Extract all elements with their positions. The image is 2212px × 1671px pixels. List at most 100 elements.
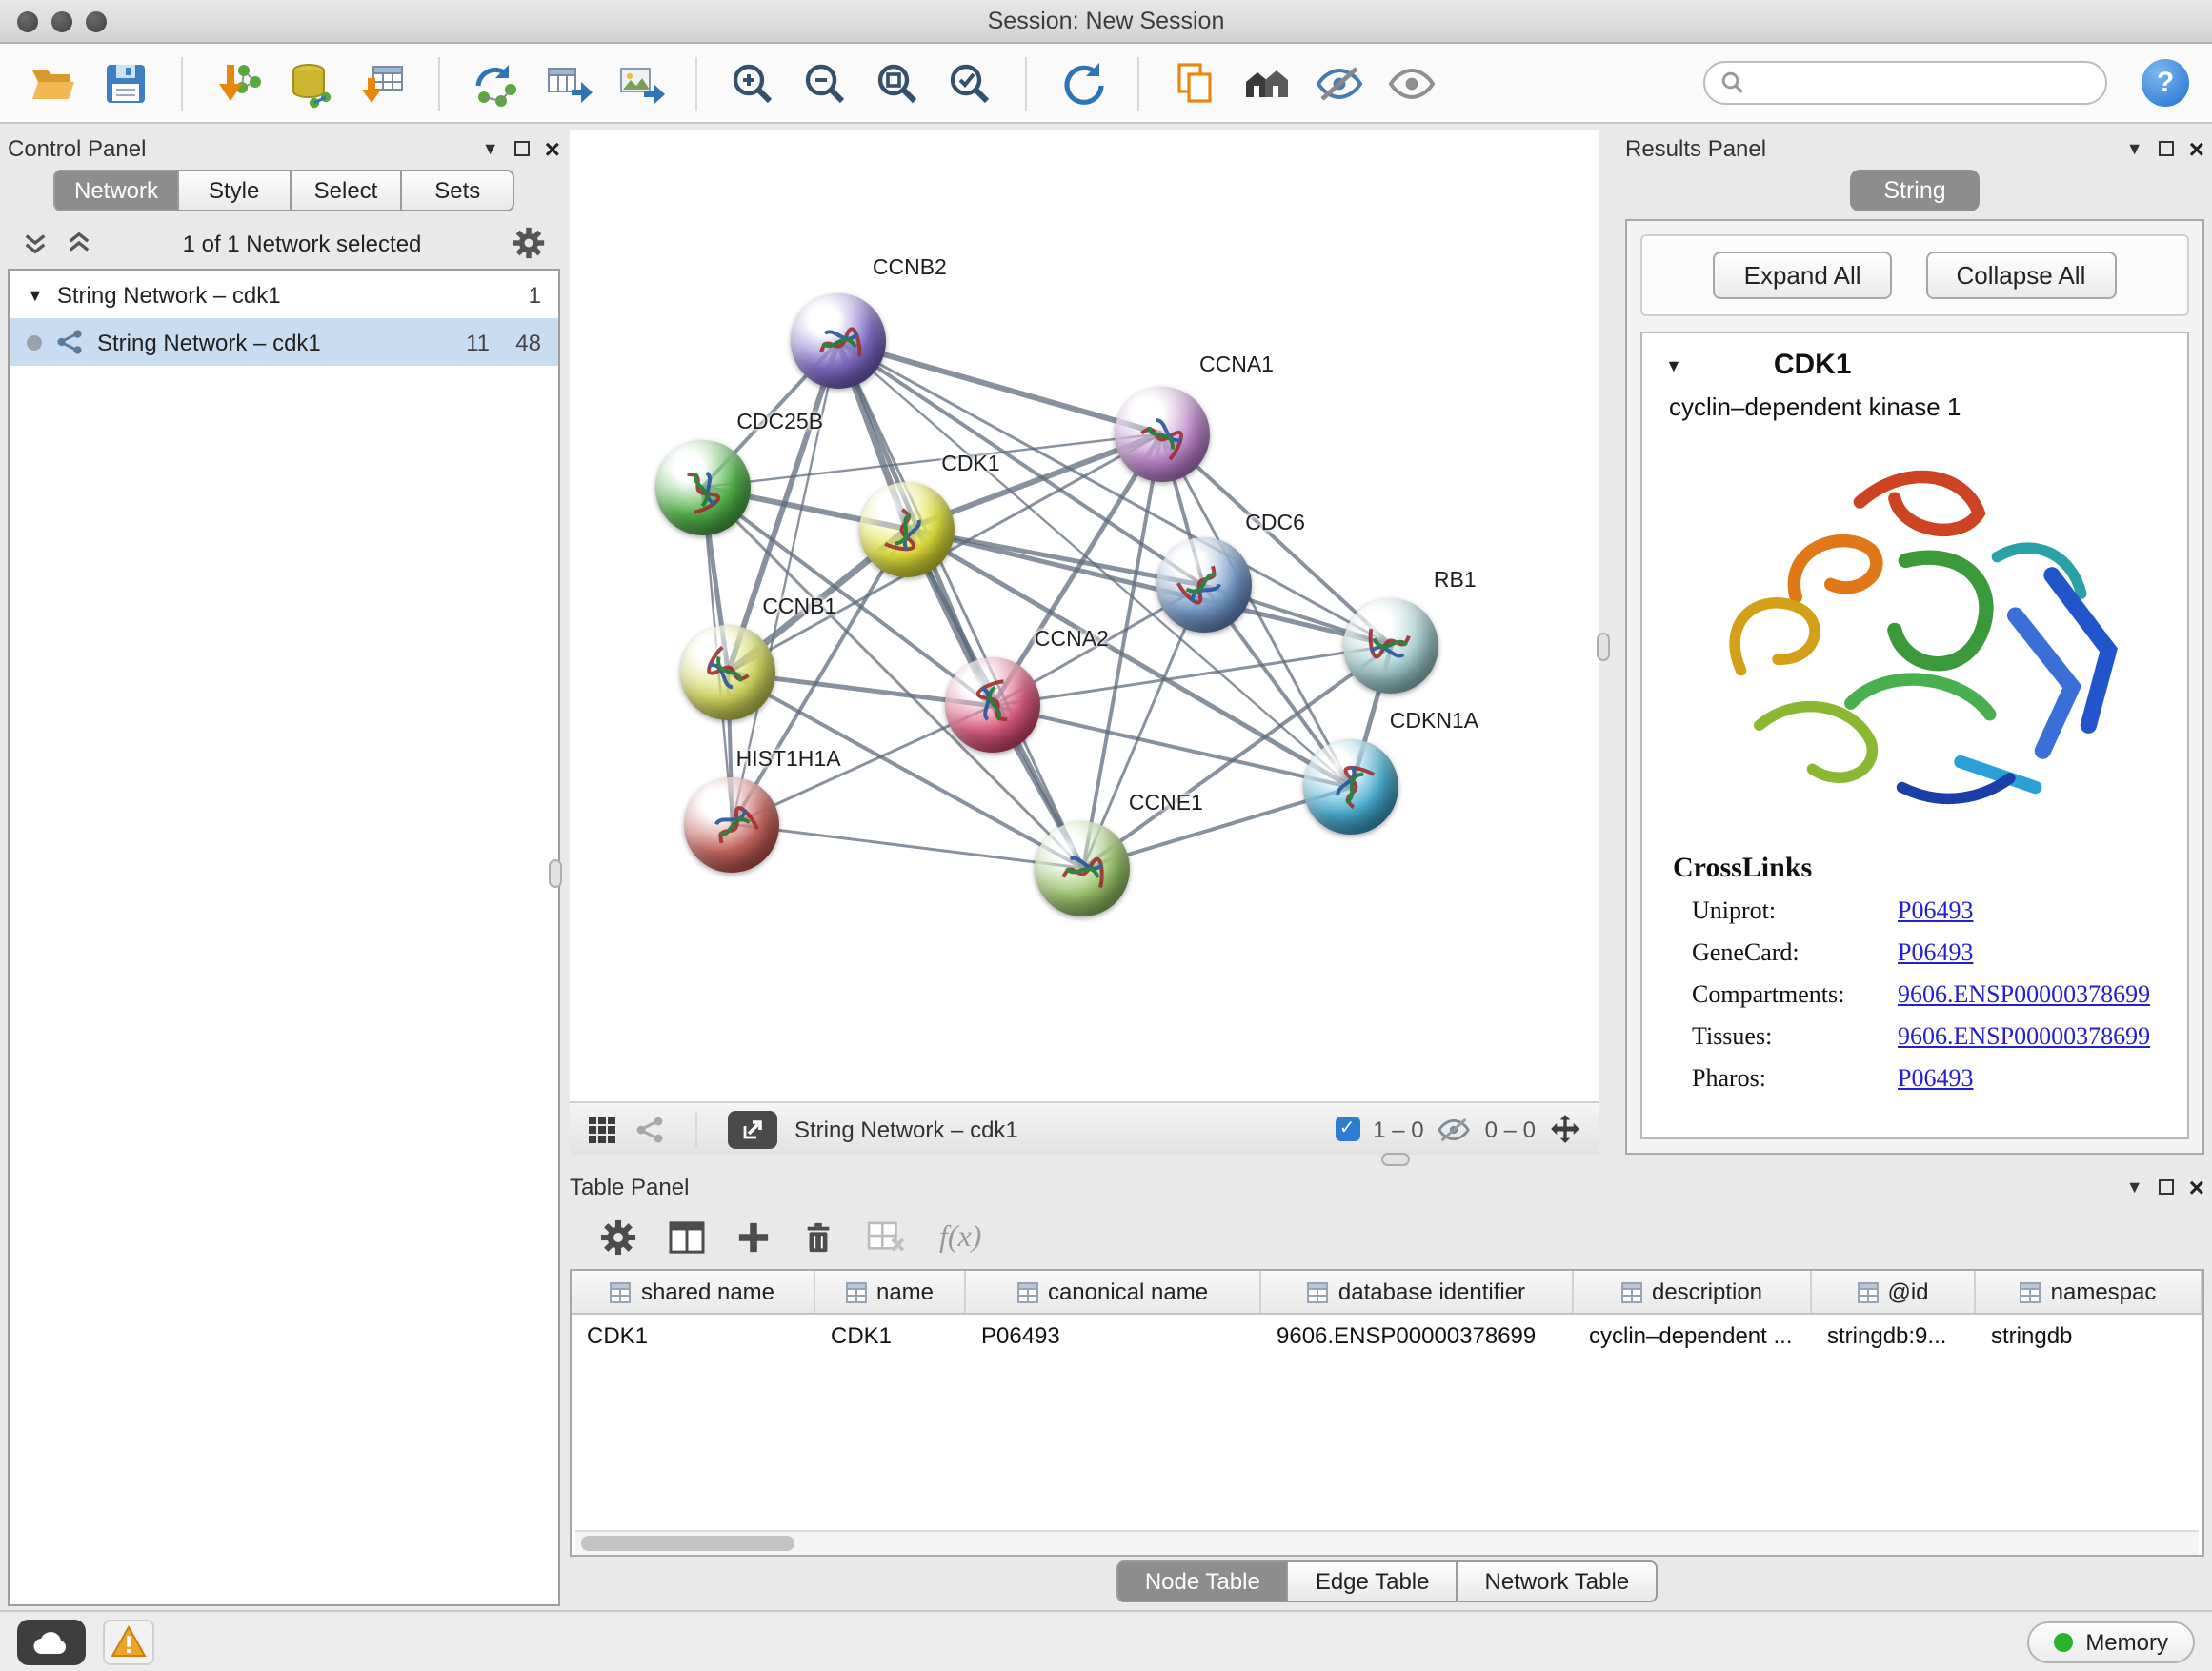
network-node-cdc25b[interactable] [654, 439, 750, 534]
close-panel-icon[interactable]: × [2189, 1174, 2204, 1200]
edge-count: 48 [503, 329, 541, 355]
network-node-ccnb2[interactable] [791, 293, 886, 389]
tab-sets[interactable]: Sets [403, 170, 514, 211]
crosslink-link[interactable]: 9606.ENSP00000378699 [1898, 1021, 2150, 1052]
gear-icon[interactable] [600, 1219, 636, 1256]
collapse-all-icon[interactable] [67, 231, 91, 255]
selected-checkbox-icon[interactable]: ✓ [1335, 1117, 1359, 1141]
detach-view-button[interactable] [728, 1110, 777, 1148]
title-bar[interactable]: Session: New Session [0, 0, 2212, 44]
add-column-icon[interactable] [737, 1221, 770, 1254]
gear-icon[interactable] [513, 227, 545, 259]
network-node-cdkn1a[interactable] [1304, 740, 1399, 836]
gene-section-header[interactable]: ▼ CDK1 [1642, 333, 2187, 389]
maximize-panel-icon[interactable] [2159, 1179, 2174, 1195]
column-header-namespac[interactable]: namespac [1976, 1271, 2202, 1313]
network-edge[interactable] [907, 529, 1392, 645]
network-edge[interactable] [838, 341, 1161, 433]
network-edge[interactable] [993, 706, 1352, 788]
copy-style-button[interactable] [1164, 52, 1225, 113]
table-row[interactable]: CDK1CDK1P064939606.ENSP00000378699cyclin… [572, 1315, 2202, 1357]
network-edge[interactable] [838, 341, 1083, 868]
expand-all-icon[interactable] [23, 231, 48, 255]
help-button[interactable]: ? [2142, 59, 2189, 107]
float-panel-icon[interactable]: ▼ [2126, 1178, 2143, 1196]
show-all-button[interactable] [1381, 52, 1442, 113]
eye-slash-icon [1315, 58, 1364, 108]
column-header-database-identifier[interactable]: database identifier [1261, 1271, 1574, 1313]
collapse-triangle-icon[interactable]: ▼ [1665, 355, 1682, 374]
maximize-panel-icon[interactable] [514, 141, 530, 156]
network-row[interactable]: String Network – cdk1 11 48 [10, 318, 558, 366]
tab-style[interactable]: Style [179, 170, 291, 211]
horizontal-scrollbar[interactable] [575, 1530, 2199, 1555]
delete-column-icon[interactable] [802, 1220, 835, 1255]
crosslink-link[interactable]: P06493 [1898, 1063, 1973, 1094]
float-panel-icon[interactable]: ▼ [482, 140, 499, 157]
zoom-fit-button[interactable] [867, 52, 928, 113]
float-panel-icon[interactable]: ▼ [2126, 140, 2143, 157]
hidden-eye-icon[interactable] [1438, 1116, 1472, 1142]
column-header-@id[interactable]: @id [1812, 1271, 1976, 1313]
new-network-button[interactable] [465, 52, 526, 113]
column-header-shared-name[interactable]: shared name [572, 1271, 815, 1313]
import-network-database-button[interactable] [280, 52, 341, 113]
network-node-cdc6[interactable] [1156, 537, 1251, 633]
close-panel-icon[interactable]: × [2189, 135, 2204, 162]
crosslink-link[interactable]: P06493 [1898, 896, 1973, 926]
protein-thumbnail-icon [1311, 747, 1393, 829]
tab-network[interactable]: Network [53, 170, 179, 211]
warnings-button[interactable] [103, 1619, 154, 1664]
export-table-button[interactable] [537, 52, 598, 113]
import-table-button[interactable] [352, 52, 413, 113]
network-node-ccnb1[interactable] [680, 625, 775, 720]
tab-network-table[interactable]: Network Table [1458, 1560, 1659, 1602]
close-panel-icon[interactable]: × [545, 135, 560, 162]
scrollbar-thumb[interactable] [581, 1536, 794, 1551]
expand-all-button[interactable]: Expand All [1714, 252, 1892, 299]
tab-edge-table[interactable]: Edge Table [1289, 1560, 1458, 1602]
crosslink-link[interactable]: 9606.ENSP00000378699 [1898, 979, 2150, 1010]
cloud-button[interactable] [17, 1619, 86, 1664]
panel-splitter-grip[interactable] [549, 859, 562, 888]
open-session-button[interactable] [23, 52, 84, 113]
column-header-description[interactable]: description [1574, 1271, 1812, 1313]
zoom-in-button[interactable] [722, 52, 783, 113]
column-header-name[interactable]: name [815, 1271, 966, 1313]
show-columns-icon[interactable] [669, 1221, 705, 1254]
tab-node-table[interactable]: Node Table [1116, 1560, 1289, 1602]
column-header-canonical-name[interactable]: canonical name [966, 1271, 1261, 1313]
houses-icon [1242, 58, 1292, 108]
panel-splitter-grip[interactable] [1597, 633, 1610, 661]
panel-splitter-grip[interactable] [1381, 1153, 1410, 1166]
network-node-ccna1[interactable] [1114, 386, 1209, 481]
export-image-button[interactable] [610, 52, 671, 113]
network-node-rb1[interactable] [1344, 598, 1439, 694]
network-canvas[interactable]: CCNB2CCNA1CDC25BCDK1CDC6RB1CCNB1CCNA2CDK… [570, 130, 1599, 1101]
network-node-ccne1[interactable] [1036, 820, 1131, 916]
import-network-file-button[interactable] [208, 52, 269, 113]
tab-string[interactable]: String [1849, 170, 1980, 211]
network-node-hist1h1a[interactable] [685, 776, 780, 872]
grid-view-icon[interactable] [587, 1114, 617, 1144]
network-node-ccna2[interactable] [945, 658, 1040, 754]
search-box[interactable] [1703, 61, 2107, 105]
network-edge[interactable] [733, 824, 1083, 868]
maximize-panel-icon[interactable] [2159, 141, 2174, 156]
search-input[interactable] [1755, 71, 2090, 94]
memory-button[interactable]: Memory [2026, 1621, 2195, 1662]
network-collection-row[interactable]: ▼ String Network – cdk1 1 [10, 271, 558, 318]
move-crosshair-icon[interactable] [1549, 1113, 1581, 1145]
tab-select[interactable]: Select [291, 170, 402, 211]
crosslink-link[interactable]: P06493 [1898, 937, 1973, 968]
network-node-cdk1[interactable] [859, 481, 955, 576]
collapse-all-button[interactable]: Collapse All [1926, 252, 2117, 299]
refresh-button[interactable] [1052, 52, 1113, 113]
hide-selected-button[interactable] [1309, 52, 1370, 113]
birdseye-view-icon[interactable] [634, 1114, 665, 1144]
zoom-selected-button[interactable] [939, 52, 1000, 113]
collapse-triangle-icon[interactable]: ▼ [27, 285, 44, 304]
nested-networks-button[interactable] [1237, 52, 1297, 113]
save-session-button[interactable] [95, 52, 156, 113]
zoom-out-button[interactable] [794, 52, 855, 113]
